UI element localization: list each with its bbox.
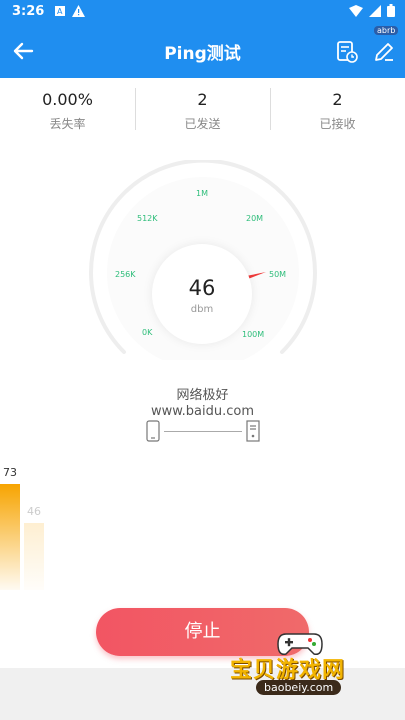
stat-label: 已接收 xyxy=(319,117,356,131)
stat-label: 丢失率 xyxy=(49,117,86,131)
speed-gauge: 0K 256K 512K 1M 20M 50M 100M 46 dbm xyxy=(88,158,318,369)
status-time: 3:26 xyxy=(12,4,45,19)
chart-bar-label: 73 xyxy=(3,466,17,480)
server-icon xyxy=(246,420,260,442)
signal-value: 46 xyxy=(188,276,216,300)
edit-icon[interactable] xyxy=(372,40,396,64)
network-quality: 网络极好 xyxy=(176,388,229,403)
stat-label: 已发送 xyxy=(184,117,221,131)
phone-icon xyxy=(146,420,160,442)
debug-badge: abrb xyxy=(374,26,399,35)
gauge-label-0k: 0K xyxy=(142,328,153,337)
history-icon[interactable] xyxy=(335,40,359,64)
chart-bar xyxy=(0,484,20,590)
stat-received: 2 已接收 xyxy=(270,78,405,138)
stat-sent: 2 已发送 xyxy=(135,78,270,138)
gauge-label-1m: 1M xyxy=(196,189,208,198)
gauge-label-512k: 512K xyxy=(137,214,158,223)
chart-bar xyxy=(24,523,44,590)
gauge-center: 46 dbm xyxy=(152,244,252,344)
status-bar: 3:26 A xyxy=(0,0,405,24)
stats-row: 0.00% 丢失率 2 已发送 2 已接收 xyxy=(0,78,405,138)
chart-bar-label: 46 xyxy=(27,505,41,519)
stat-value: 2 xyxy=(197,90,208,109)
signal-icon xyxy=(369,4,381,17)
stat-value: 2 xyxy=(332,90,343,109)
notification-icon: A xyxy=(55,6,65,16)
battery-icon xyxy=(387,4,395,17)
gauge-label-50m: 50M xyxy=(269,270,287,279)
gauge-label-100m: 100M xyxy=(242,330,265,339)
connection-line xyxy=(164,431,242,432)
stat-loss-rate: 0.00% 丢失率 xyxy=(0,78,135,138)
connection-diagram xyxy=(144,420,262,442)
gauge-label-256k: 256K xyxy=(115,270,136,279)
svg-text:A: A xyxy=(57,7,63,16)
warning-icon xyxy=(72,5,85,17)
wifi-icon xyxy=(349,4,363,17)
ping-host: www.baidu.com xyxy=(150,404,255,419)
stat-value: 0.00% xyxy=(42,90,93,109)
gauge-label-20m: 20M xyxy=(246,214,264,223)
watermark: 宝贝游戏网 baobeiy.com xyxy=(228,630,378,702)
signal-unit: dbm xyxy=(190,304,214,315)
app-bar: Ping测试 abrb xyxy=(0,24,405,78)
watermark-url: baobeiy.com xyxy=(256,680,342,695)
